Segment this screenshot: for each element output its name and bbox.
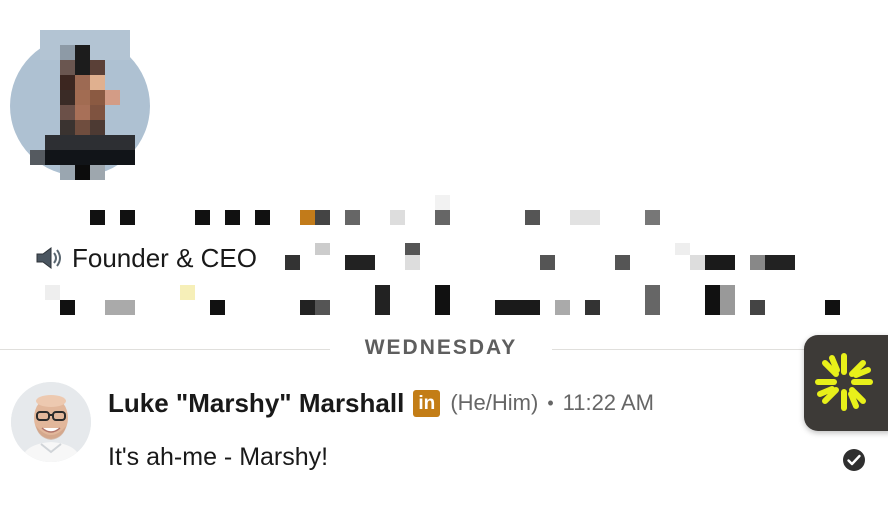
sender-avatar-image xyxy=(11,382,91,462)
linkedin-premium-badge-icon: in xyxy=(413,389,441,417)
censored-third-row xyxy=(0,285,888,315)
message-body: It's ah-me - Marshy! xyxy=(108,443,329,471)
profile-avatar-pixelated xyxy=(10,30,150,180)
sender-name[interactable]: Luke "Marshy" Marshall xyxy=(108,388,404,419)
read-check-icon xyxy=(843,449,865,471)
censored-headline-tail xyxy=(0,240,888,270)
separator-dot: • xyxy=(547,392,554,413)
sender-avatar[interactable] xyxy=(11,382,91,462)
day-divider-label: WEDNESDAY xyxy=(364,336,518,359)
starburst-logo-icon xyxy=(815,353,873,411)
message-header: Luke "Marshy" Marshall in (He/Him) • 11:… xyxy=(108,386,654,420)
divider-line-left xyxy=(0,349,330,350)
floating-assistant-widget[interactable] xyxy=(804,335,888,431)
censored-name-row xyxy=(0,195,888,225)
message-timestamp: 11:22 AM xyxy=(562,390,654,415)
sender-pronouns: (He/Him) xyxy=(450,390,539,415)
